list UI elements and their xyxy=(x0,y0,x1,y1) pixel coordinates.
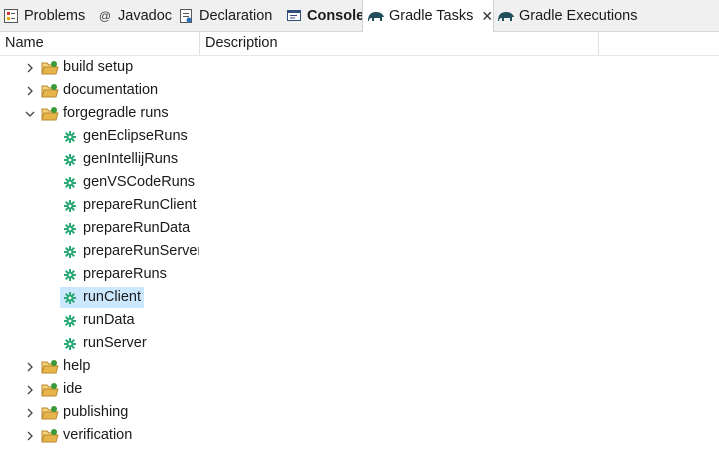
task-item[interactable]: genEclipseRuns xyxy=(0,125,719,148)
task-item-selected[interactable]: runClient xyxy=(0,286,719,309)
folder-icon xyxy=(41,355,59,378)
tab-label: Javadoc xyxy=(118,7,173,24)
folder-icon xyxy=(41,424,59,447)
column-divider[interactable] xyxy=(199,32,200,55)
tree-item-label: build setup xyxy=(63,59,134,75)
gear-icon xyxy=(61,286,79,309)
task-item[interactable]: runData xyxy=(0,309,719,332)
console-icon xyxy=(285,7,303,25)
column-divider[interactable] xyxy=(598,32,599,55)
declaration-icon xyxy=(177,7,195,25)
gear-icon xyxy=(61,332,79,355)
tab-label: Console xyxy=(307,7,365,24)
gear-icon xyxy=(61,194,79,217)
task-item[interactable]: runServer xyxy=(0,332,719,355)
task-item[interactable]: genVSCodeRuns xyxy=(0,171,719,194)
gradle-task-tree: build setup documentation forgegradle ru… xyxy=(0,56,719,447)
tree-item-label: prepareRunClient xyxy=(83,197,197,213)
tree-item-label: forgegradle runs xyxy=(63,105,169,121)
tree-item-ide[interactable]: ide xyxy=(0,378,719,401)
task-item[interactable]: prepareRunServer xyxy=(0,240,719,263)
name-column-clip: prepareRunServer xyxy=(0,240,199,263)
task-item[interactable]: prepareRunData xyxy=(0,217,719,240)
task-item[interactable]: prepareRunClient xyxy=(0,194,719,217)
tab-declaration[interactable]: Declaration xyxy=(177,0,272,31)
chevron-right-icon[interactable] xyxy=(23,378,37,401)
task-item[interactable]: genIntellijRuns xyxy=(0,148,719,171)
gear-icon xyxy=(61,309,79,332)
close-icon[interactable]: ✕ xyxy=(481,8,493,25)
folder-open-icon xyxy=(41,102,59,125)
problems-icon xyxy=(2,7,20,25)
tab-label: Gradle Executions xyxy=(519,7,638,24)
tree-item-label: verification xyxy=(63,427,133,443)
tab-javadoc[interactable]: @ Javadoc xyxy=(96,0,172,31)
folder-icon xyxy=(41,378,59,401)
chevron-down-icon[interactable] xyxy=(23,102,37,125)
folder-icon xyxy=(41,56,59,79)
tab-label: Declaration xyxy=(199,7,273,24)
tree-item-label: genIntellijRuns xyxy=(83,151,179,167)
tree-item-label: help xyxy=(63,358,91,374)
tab-console[interactable]: Console xyxy=(285,0,364,31)
folder-icon xyxy=(41,79,59,102)
chevron-right-icon[interactable] xyxy=(23,401,37,424)
gear-icon xyxy=(61,263,79,286)
chevron-right-icon[interactable] xyxy=(23,355,37,378)
tree-item-label: prepareRunServer xyxy=(83,243,199,259)
name-column-clip: prepareRunClient xyxy=(0,194,199,217)
tree-item-label: runClient xyxy=(83,289,142,305)
task-item[interactable]: prepareRuns xyxy=(0,263,719,286)
tree-item-publishing[interactable]: publishing xyxy=(0,401,719,424)
chevron-right-icon[interactable] xyxy=(23,79,37,102)
tree-item-verification[interactable]: verification xyxy=(0,424,719,447)
tree-item-label: prepareRuns xyxy=(83,266,167,282)
gradle-elephant-icon xyxy=(497,7,515,25)
tree-item-label: runServer xyxy=(83,335,147,351)
tree-item-label: prepareRunData xyxy=(83,220,191,236)
tab-gradle-tasks[interactable]: Gradle Tasks ✕ xyxy=(362,0,494,32)
gradle-elephant-icon xyxy=(367,7,385,25)
tree-item-label: documentation xyxy=(63,82,159,98)
tab-gradle-executions[interactable]: Gradle Executions xyxy=(497,0,637,31)
chevron-right-icon[interactable] xyxy=(23,424,37,447)
gear-icon xyxy=(61,148,79,171)
tree-item-forgegradle-runs[interactable]: forgegradle runs xyxy=(0,102,719,125)
tree-item-help[interactable]: help xyxy=(0,355,719,378)
folder-icon xyxy=(41,401,59,424)
gear-icon xyxy=(61,171,79,194)
tab-label: Problems xyxy=(24,7,86,24)
view-tab-bar: Problems @ Javadoc Declaration Console G… xyxy=(0,0,719,32)
column-name-header[interactable]: Name xyxy=(5,32,44,55)
gear-icon xyxy=(61,217,79,240)
tree-item-label: publishing xyxy=(63,404,129,420)
tree-column-header: Name Description xyxy=(0,32,719,56)
tree-item-label: ide xyxy=(63,381,83,397)
tree-item-label: genVSCodeRuns xyxy=(83,174,196,190)
gear-icon xyxy=(61,125,79,148)
tree-item-label: genEclipseRuns xyxy=(83,128,188,144)
tree-item-label: runData xyxy=(83,312,135,328)
tab-problems[interactable]: Problems xyxy=(2,0,85,31)
chevron-right-icon[interactable] xyxy=(23,56,37,79)
column-description-header[interactable]: Description xyxy=(205,32,278,55)
tree-item-build-setup[interactable]: build setup xyxy=(0,56,719,79)
tab-label: Gradle Tasks xyxy=(389,8,474,24)
javadoc-at-icon: @ xyxy=(98,8,112,23)
tree-item-documentation[interactable]: documentation xyxy=(0,79,719,102)
gear-icon xyxy=(61,240,79,263)
